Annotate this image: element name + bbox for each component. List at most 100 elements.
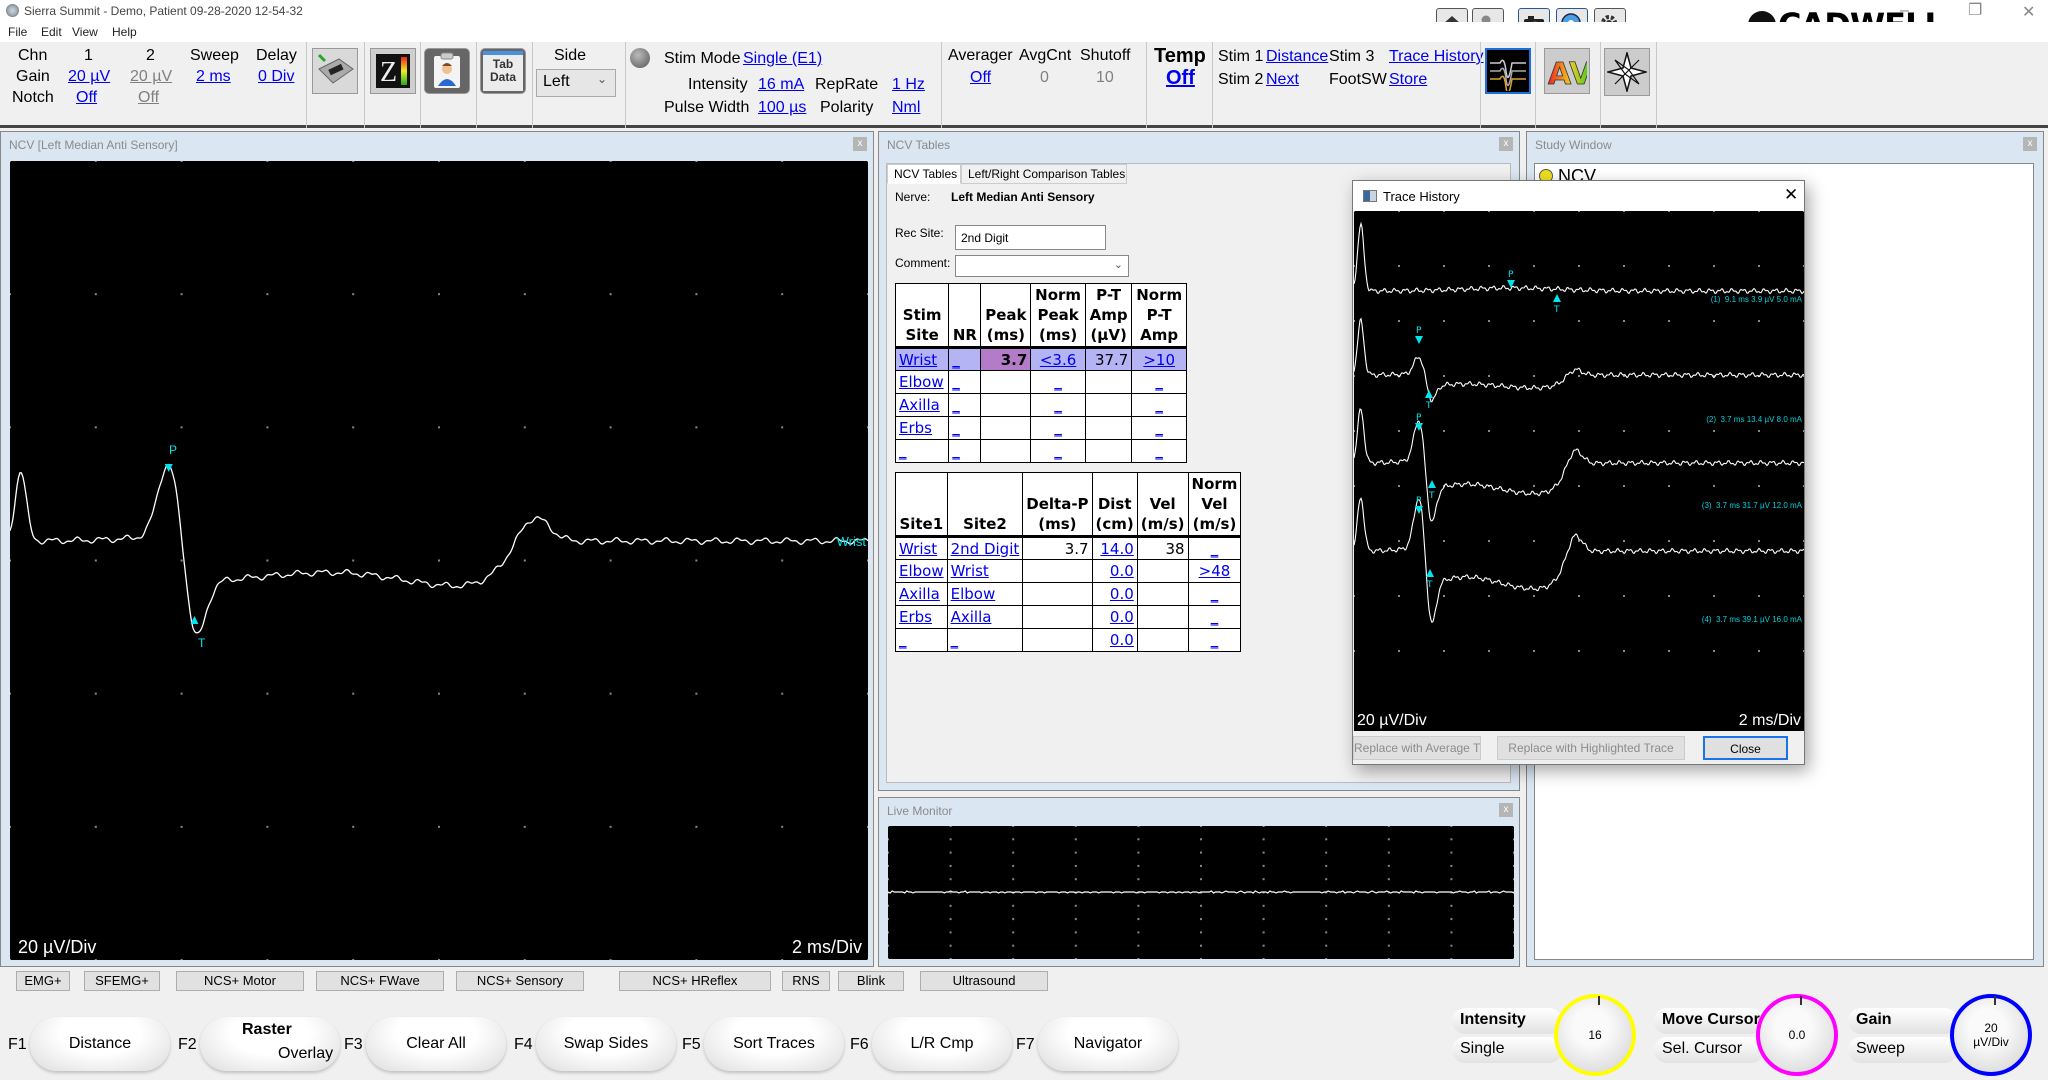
waveform-trace[interactable] — [10, 463, 868, 634]
table-cell[interactable]: _ — [1187, 628, 1242, 652]
knob-top-label[interactable]: Intensity — [1452, 1008, 1562, 1034]
table-cell[interactable]: _ — [948, 439, 982, 463]
table-cell[interactable]: Wrist — [946, 559, 1024, 583]
restore-button[interactable]: ❐ — [1968, 0, 1982, 20]
fkey-f2-button[interactable]: Raster Overlay — [200, 1017, 340, 1071]
table-cell[interactable]: _ — [948, 393, 982, 417]
rotary-knob[interactable]: 0.0 — [1756, 994, 1838, 1076]
close-window-button[interactable]: ✕ — [2022, 2, 2035, 22]
menu-view[interactable]: View — [72, 25, 98, 39]
knob-bottom-label[interactable]: Single — [1452, 1037, 1562, 1063]
pulse-width-link[interactable]: 100 µs — [758, 99, 806, 117]
tab-data-button[interactable]: Tab Data — [480, 48, 526, 94]
table-cell[interactable]: _ — [1187, 536, 1242, 560]
mode-button[interactable]: NCS+ HReflex — [619, 971, 771, 991]
knob-bottom-label[interactable]: Sweep — [1848, 1037, 1958, 1063]
footsw-link[interactable]: Store — [1389, 71, 1427, 89]
patient-info-icon[interactable] — [424, 48, 470, 94]
table-cell[interactable]: _ — [895, 628, 948, 652]
menu-help[interactable]: Help — [112, 25, 137, 39]
table-cell[interactable]: _ — [1131, 416, 1187, 440]
replace-average-button[interactable]: Replace with Average Trace — [1353, 736, 1481, 760]
mode-button[interactable]: NCS+ Sensory — [456, 971, 584, 991]
rec-site-input[interactable] — [955, 225, 1106, 250]
polarity-link[interactable]: Nml — [892, 99, 920, 117]
table-cell[interactable]: _ — [946, 628, 1024, 652]
amplifier-device-icon[interactable] — [312, 48, 358, 94]
table-cell[interactable]: Erbs — [895, 605, 948, 629]
comment-combobox[interactable]: ⌄ — [955, 255, 1129, 277]
table-cell[interactable]: _ — [1030, 393, 1086, 417]
table-cell[interactable]: 2nd Digit — [946, 536, 1024, 560]
history-trace-1[interactable] — [1354, 221, 1804, 295]
table-cell[interactable]: Elbow — [946, 582, 1024, 606]
fkey-f4-button[interactable]: Swap Sides — [536, 1017, 676, 1071]
averager-link[interactable]: Off — [970, 69, 991, 87]
table-cell[interactable]: _ — [948, 416, 982, 440]
table-row[interactable]: Elbow Wrist 0.0 >48 — [895, 559, 1242, 583]
table-cell[interactable]: <3.6 — [1030, 347, 1086, 371]
gain-ch1-link[interactable]: 20 µV — [68, 68, 110, 86]
table-cell[interactable]: Axilla — [946, 605, 1024, 629]
fkey-f5-button[interactable]: Sort Traces — [704, 1017, 844, 1071]
mode-button[interactable]: NCS+ FWave — [316, 971, 444, 991]
table-cell[interactable]: _ — [1131, 393, 1187, 417]
knob-bottom-label[interactable]: Sel. Cursor — [1654, 1037, 1764, 1063]
table-cell[interactable]: _ — [1187, 582, 1242, 606]
tab-left-right-comparison[interactable]: Left/Right Comparison Tables — [961, 164, 1127, 184]
reprate-link[interactable]: 1 Hz — [892, 76, 925, 94]
temp-link[interactable]: Off — [1166, 67, 1195, 90]
table-cell[interactable]: 14.0 — [1091, 536, 1138, 560]
rotary-knob[interactable]: 20 µV/Div — [1950, 994, 2032, 1076]
table-cell[interactable]: >48 — [1187, 559, 1242, 583]
trace4-trough-marker[interactable] — [1426, 569, 1434, 577]
table-cell[interactable]: 0.0 — [1091, 605, 1138, 629]
stim1-link[interactable]: Distance — [1266, 48, 1328, 66]
mode-button[interactable]: Ultrasound — [920, 971, 1048, 991]
mode-button[interactable]: Blink — [838, 971, 904, 991]
table-cell[interactable]: Axilla — [894, 393, 950, 417]
table-cell[interactable]: _ — [1030, 439, 1086, 463]
table-cell[interactable]: _ — [1030, 416, 1086, 440]
gain-ch2-link[interactable]: 20 µV — [130, 68, 172, 86]
sweep-link[interactable]: 2 ms — [196, 68, 231, 86]
table-row[interactable]: Axilla Elbow 0.0 _ — [895, 582, 1242, 606]
table-cell[interactable]: Elbow — [895, 559, 948, 583]
panel-close-button[interactable]: x — [853, 137, 867, 151]
table-row[interactable]: _ _ _ _ — [894, 439, 1187, 463]
history-trace-2[interactable] — [1354, 317, 1804, 403]
panel-close-button[interactable]: x — [2023, 137, 2037, 151]
panel-close-button[interactable]: x — [1499, 803, 1513, 817]
table-cell[interactable]: _ — [1131, 370, 1187, 394]
close-button[interactable]: Close — [1703, 736, 1788, 760]
table-row[interactable]: _ _ 0.0 _ — [895, 628, 1242, 652]
stim3-link[interactable]: Trace History — [1389, 48, 1484, 66]
table-cell[interactable]: _ — [1187, 605, 1242, 629]
stim2-link[interactable]: Next — [1266, 71, 1299, 89]
mode-button[interactable]: NCS+ Motor — [176, 971, 304, 991]
fkey-f3-button[interactable]: Clear All — [366, 1017, 506, 1071]
table-row[interactable]: Axilla _ _ _ — [894, 393, 1187, 417]
panel-close-button[interactable]: x — [1499, 137, 1513, 151]
table-cell[interactable]: _ — [894, 439, 950, 463]
fkey-f7-button[interactable]: Navigator — [1038, 1017, 1178, 1071]
impedance-icon[interactable]: Z — [370, 48, 416, 94]
rotary-knob[interactable]: 16 — [1554, 994, 1636, 1076]
trace1-trough-marker[interactable] — [1553, 294, 1561, 302]
knob-top-label[interactable]: Gain — [1848, 1008, 1958, 1034]
table-cell[interactable]: 0.0 — [1091, 559, 1138, 583]
table-cell[interactable]: _ — [948, 347, 982, 371]
menu-edit[interactable]: Edit — [41, 25, 62, 39]
trace-history-display[interactable]: PTPTPTPT 20 µV/Div 2 ms/Div (1) 9.1 ms 3… — [1354, 211, 1804, 731]
side-select[interactable]: Left ⌄ — [536, 69, 616, 97]
table-row[interactable]: Erbs Axilla 0.0 _ — [895, 605, 1242, 629]
fkey-f6-button[interactable]: L/R Cmp — [872, 1017, 1012, 1071]
trace2-trough-marker[interactable] — [1425, 390, 1433, 398]
table-cell[interactable]: Wrist — [894, 347, 950, 371]
trace2-peak-marker[interactable] — [1415, 336, 1423, 344]
stim-mode-link[interactable]: Single (E1) — [743, 50, 822, 68]
mode-button[interactable]: SFEMG+ — [84, 971, 160, 991]
table-cell[interactable]: 0.0 — [1091, 582, 1138, 606]
table-cell[interactable]: >10 — [1131, 347, 1187, 371]
replace-highlighted-button[interactable]: Replace with Highlighted Trace — [1497, 736, 1685, 760]
